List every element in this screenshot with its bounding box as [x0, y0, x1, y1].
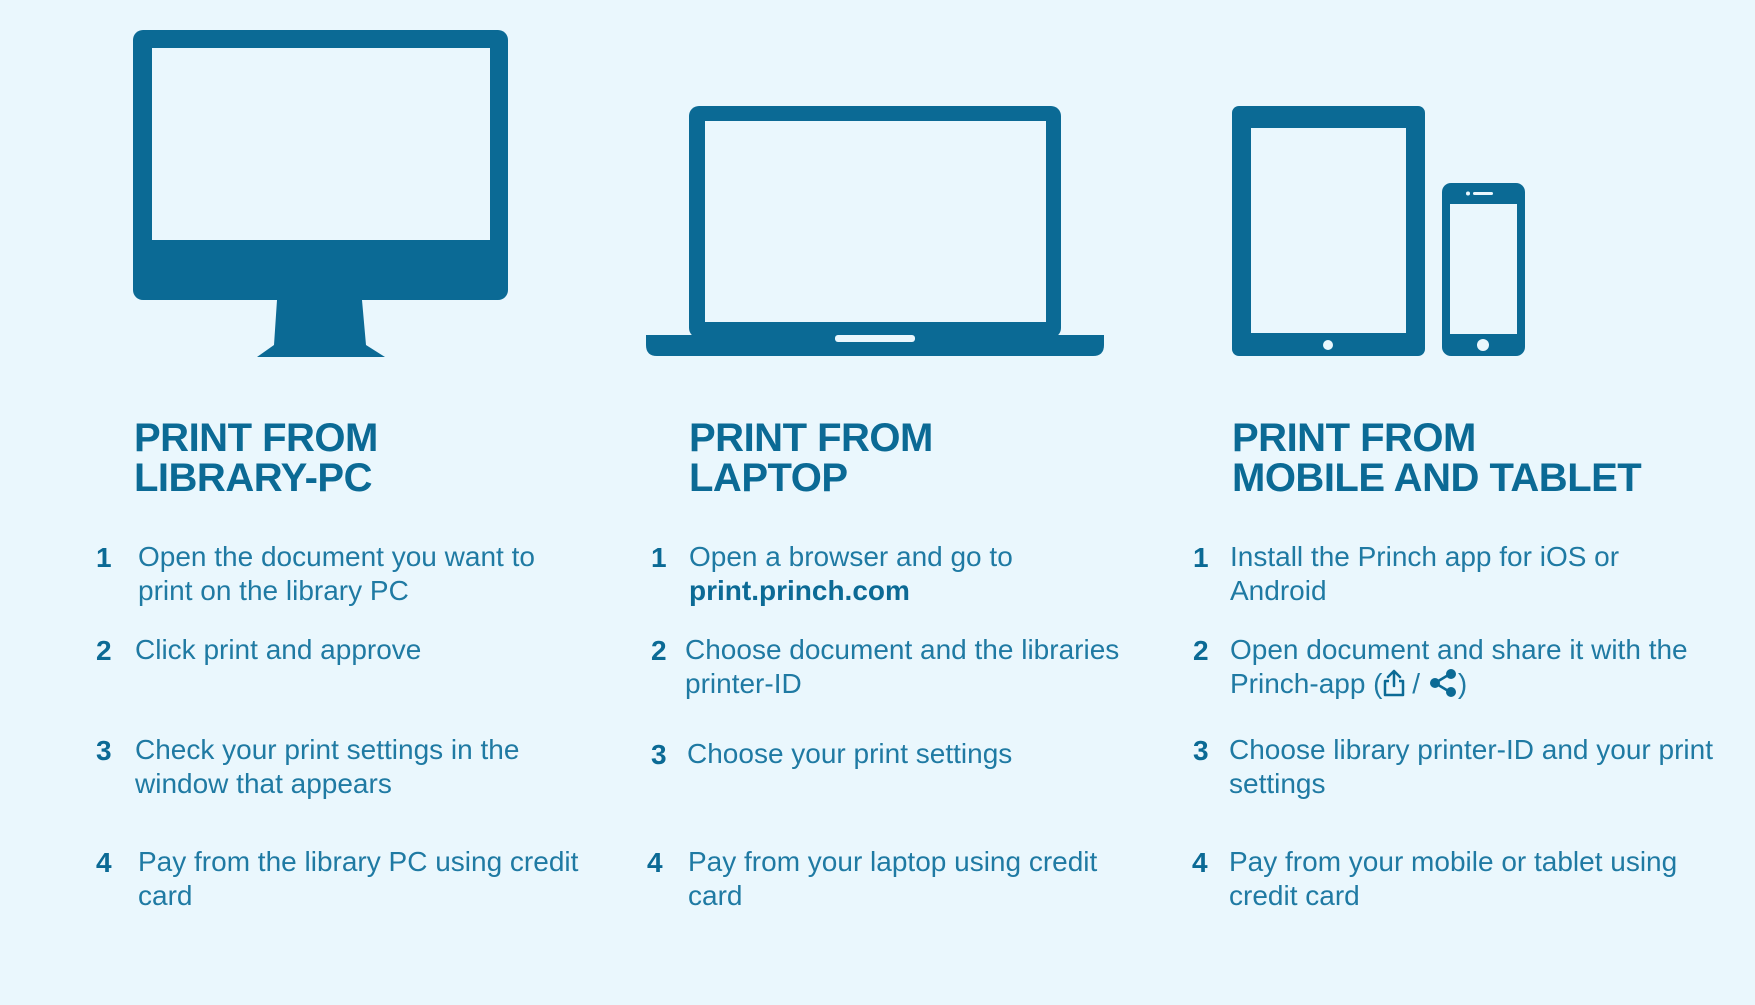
laptop-icon — [600, 0, 1160, 370]
step-text: Install the Princh app for iOS or Androi… — [1230, 541, 1620, 606]
princh-url-link[interactable]: print.princh.com — [689, 575, 910, 606]
column-library-pc: PRINT FROM LIBRARY-PC 1 Open the documen… — [0, 0, 600, 1005]
step-number: 4 — [647, 847, 663, 878]
step-number: 3 — [1193, 735, 1209, 766]
column-title: PRINT FROM LAPTOP — [689, 416, 933, 500]
step-number: 1 — [651, 542, 667, 573]
step-text: Pay from your laptop using credit card — [688, 846, 1098, 911]
step-text: Check your print settings in the window … — [135, 734, 520, 799]
step-number: 1 — [96, 542, 112, 573]
step-text: Choose document and the libraries printe… — [685, 634, 1120, 699]
column-laptop: PRINT FROM LAPTOP 1 Open a browser and g… — [600, 0, 1160, 1005]
ios-share-icon — [1383, 669, 1405, 705]
step-number: 3 — [96, 735, 112, 766]
step-text: Open a browser and go to print.princh.co… — [689, 541, 1013, 606]
step-number: 4 — [1192, 847, 1208, 878]
step-number: 3 — [651, 739, 667, 770]
column-title: PRINT FROM LIBRARY-PC — [134, 416, 378, 500]
desktop-monitor-icon — [0, 0, 600, 370]
step-text: Choose your print settings — [687, 738, 1013, 769]
step-number: 1 — [1193, 542, 1209, 573]
android-share-icon — [1428, 669, 1458, 705]
step-text: Click print and approve — [135, 634, 422, 665]
tablet-and-phone-icon — [1160, 0, 1755, 370]
step-text: Pay from the library PC using credit car… — [138, 846, 579, 911]
step-text: Choose library printer-ID and your print… — [1229, 734, 1713, 799]
column-title: PRINT FROM MOBILE AND TABLET — [1232, 416, 1642, 500]
step-number: 2 — [651, 635, 667, 666]
column-mobile-tablet: PRINT FROM MOBILE AND TABLET 1 Install t… — [1160, 0, 1755, 1005]
step-text: Open the document you want to print on t… — [138, 541, 535, 606]
step-text: Pay from your mobile or tablet using cre… — [1229, 846, 1678, 911]
step-text: Open document and share it with the Prin… — [1230, 633, 1710, 705]
step-number: 2 — [96, 635, 112, 666]
step-number: 4 — [96, 847, 112, 878]
step-number: 2 — [1193, 635, 1209, 666]
